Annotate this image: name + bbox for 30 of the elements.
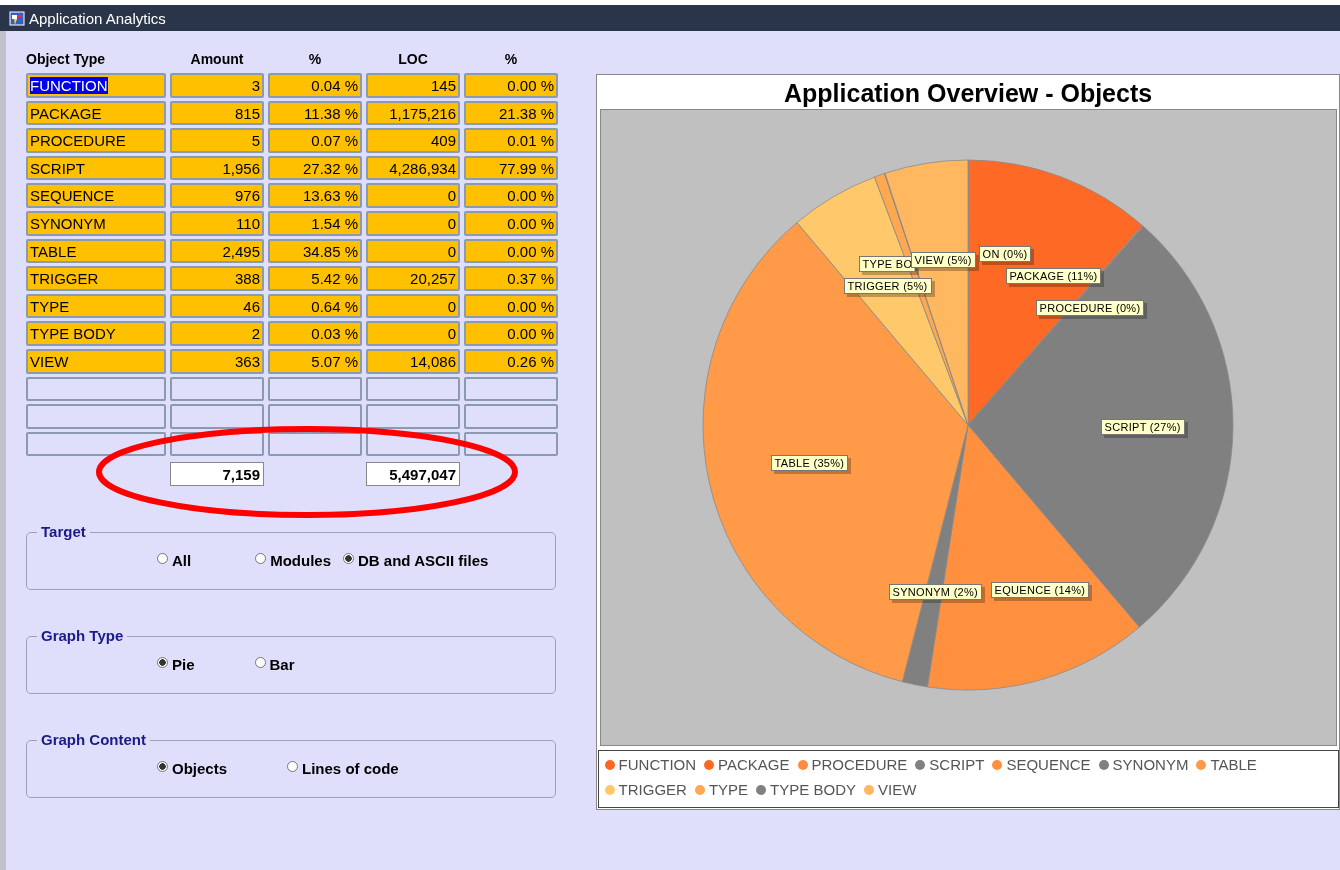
slice-label: EQUENCE (14%) [990, 582, 1090, 598]
slice-label: TABLE (35%) [770, 455, 849, 471]
column-header: % [307, 50, 323, 69]
total-field: 5,497,047 [366, 462, 460, 487]
legend-label: FUNCTION [618, 756, 697, 773]
legend-label: SEQUENCE [1006, 756, 1091, 773]
group-title: Graph Type [37, 627, 128, 645]
legend-label: TRIGGER [618, 781, 687, 798]
slice-label: PROCEDURE (0%) [1035, 300, 1145, 316]
chart-title: Application Overview - Objects [784, 78, 1153, 109]
window-title: Application Analytics [29, 9, 166, 27]
legend-label: TABLE [1210, 756, 1257, 773]
slice-label: ON (0%) [978, 246, 1032, 262]
slice-label: TRIGGER (5%) [843, 278, 932, 294]
total-field: 7,159 [170, 462, 264, 487]
column-header: LOC [397, 50, 429, 69]
group-title: Graph Content [37, 731, 150, 749]
column-header: Amount [189, 50, 245, 69]
legend-label: VIEW [877, 781, 917, 798]
slice-label: PACKAGE (11%) [1005, 268, 1102, 284]
legend-label: PACKAGE [718, 756, 790, 773]
slice-label: SYNONYM (2%) [888, 584, 983, 600]
slice-label: SCRIPT (27%) [1100, 419, 1185, 435]
column-header: % [503, 50, 519, 69]
legend-label: TYPE [708, 781, 749, 798]
legend-label: SYNONYM [1112, 756, 1189, 773]
legend-label: TYPE BODY [770, 781, 856, 798]
legend-label: PROCEDURE [811, 756, 908, 773]
column-header: Object Type [26, 50, 107, 69]
legend-label: SCRIPT [929, 756, 985, 773]
